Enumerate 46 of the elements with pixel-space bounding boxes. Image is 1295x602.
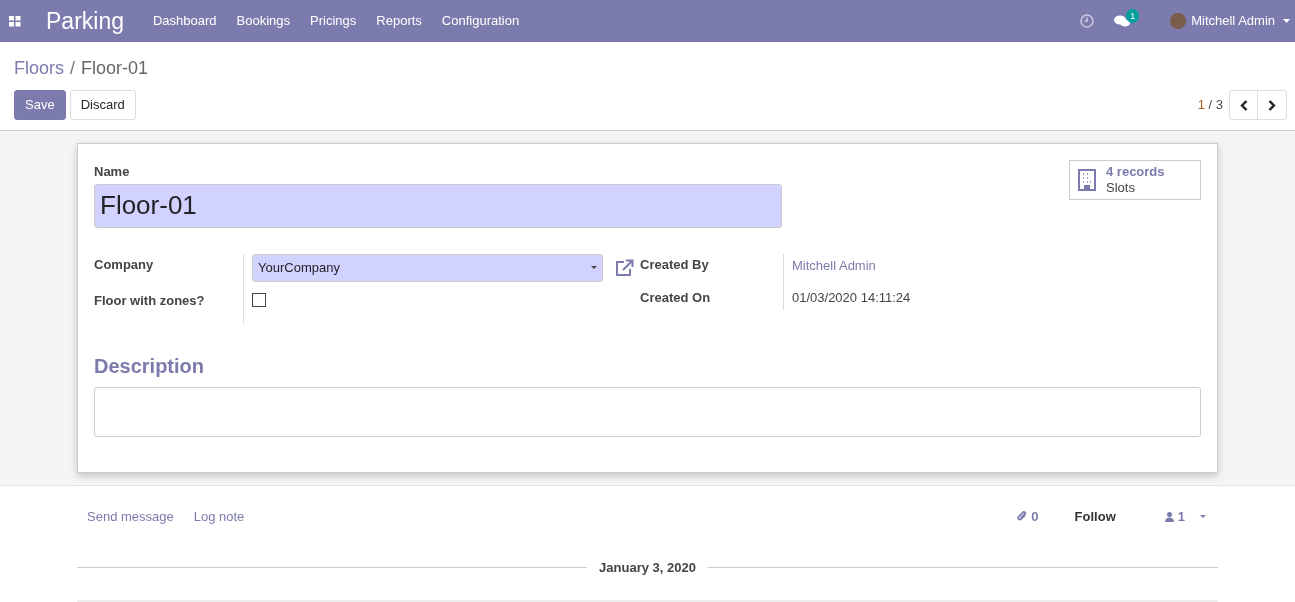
paperclip-icon xyxy=(1017,511,1028,523)
log-note-link[interactable]: Log note xyxy=(193,507,245,527)
send-message-link[interactable]: Send message xyxy=(87,507,174,527)
menu-item[interactable]: Bookings xyxy=(226,11,301,31)
company-select[interactable]: YourCompany xyxy=(252,253,603,282)
menu-item[interactable]: Reports xyxy=(366,11,432,31)
attachments-button[interactable]: 0 xyxy=(1017,507,1039,527)
caret-icon xyxy=(591,266,597,269)
records-count: 4 records xyxy=(1106,164,1165,180)
date-separator: January 3, 2020 xyxy=(598,558,697,577)
checkbox[interactable] xyxy=(252,292,266,307)
field-value: 01/03/2020 14:11:24 xyxy=(792,289,911,307)
breadcrumb-current: Floor-01 xyxy=(81,57,149,80)
description-field[interactable] xyxy=(94,386,1201,437)
menu-item[interactable]: Dashboard xyxy=(143,11,227,31)
apps-menu-icon[interactable] xyxy=(9,15,21,27)
follow-button[interactable]: Follow xyxy=(1074,507,1116,527)
chevron-right-icon xyxy=(1268,99,1276,111)
field-label: Company xyxy=(94,255,155,274)
field-label: Name xyxy=(94,163,131,181)
caret-icon xyxy=(1200,515,1206,519)
save-button[interactable]: Save xyxy=(14,90,66,120)
user-link[interactable]: Mitchell Admin xyxy=(792,255,911,275)
app-title: Parking xyxy=(46,6,124,36)
menu-item[interactable]: Configuration xyxy=(431,11,530,31)
name-input[interactable]: Floor-01 xyxy=(94,183,782,228)
person-icon xyxy=(1164,511,1174,522)
field-label: Floor with zones? xyxy=(94,292,206,310)
section-heading: Description xyxy=(94,353,206,379)
field-label: Created By xyxy=(640,255,710,274)
caret-icon[interactable] xyxy=(1283,19,1290,23)
notification-badge: 1 xyxy=(1126,8,1140,23)
slots-smart-button[interactable]: 4 records Slots xyxy=(1069,160,1201,200)
followers-button[interactable]: 1 xyxy=(1164,507,1206,527)
menu-item[interactable]: Pricings xyxy=(300,11,367,31)
field-label: Created On xyxy=(640,289,712,307)
external-link-icon[interactable] xyxy=(615,258,634,277)
clock-icon[interactable] xyxy=(1080,14,1095,28)
pager-value: 1 / 3 xyxy=(1197,96,1223,115)
breadcrumb-separator: / xyxy=(70,57,76,80)
smart-button-label: Slots xyxy=(1106,180,1136,196)
building-icon xyxy=(1078,169,1096,191)
user-name[interactable]: Mitchell Admin xyxy=(1191,11,1275,31)
chevron-left-icon xyxy=(1239,99,1248,111)
discard-button[interactable]: Discard xyxy=(69,90,136,120)
breadcrumb-link[interactable]: Floors xyxy=(14,55,64,82)
